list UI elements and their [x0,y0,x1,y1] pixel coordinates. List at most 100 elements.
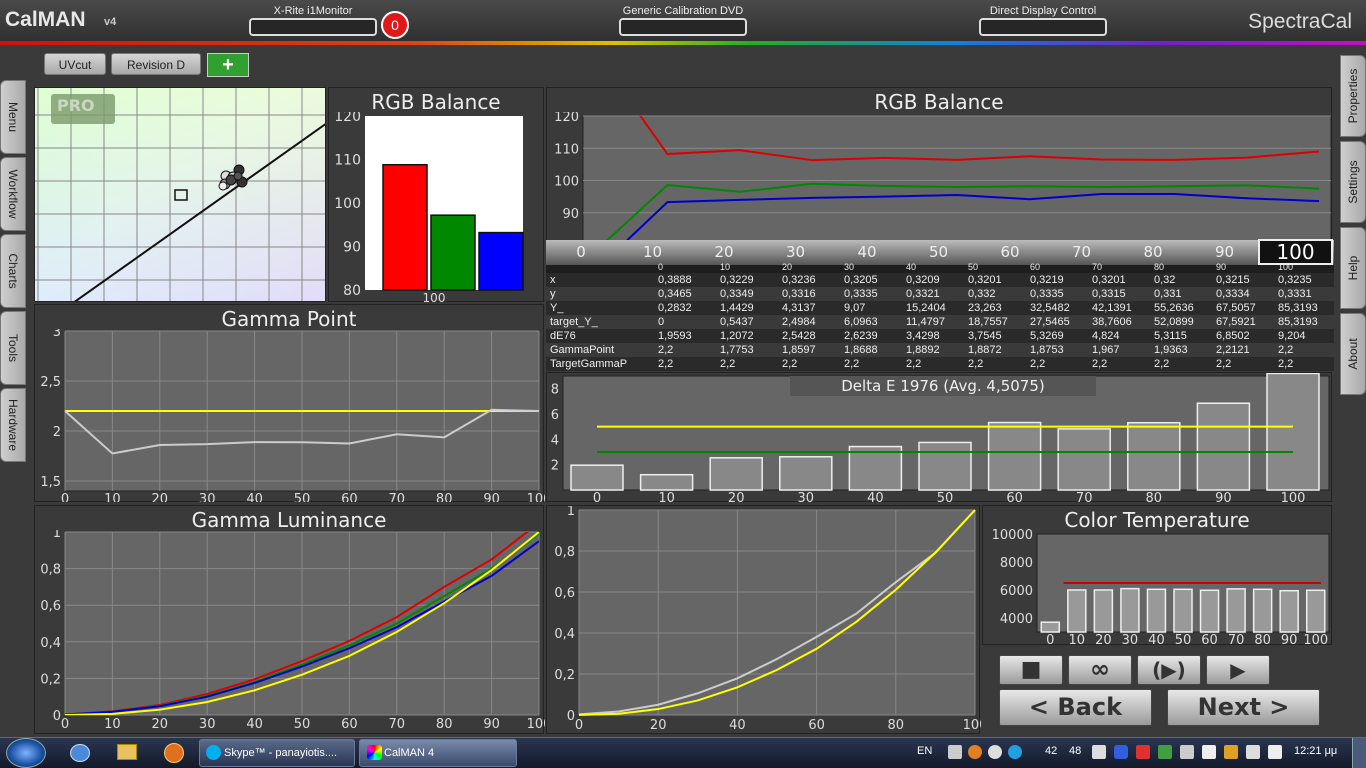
y-tick-label: 0,8 [554,545,575,560]
point-selector-tick[interactable]: 60 [995,243,1025,261]
point-selector-tick[interactable]: 20 [709,243,739,261]
x-tick-label: 20 [728,491,745,503]
tray-app-icon[interactable] [988,745,1002,759]
x-tick-label: 100 [1281,491,1306,503]
tray-app-icon[interactable] [968,745,982,759]
point-selector-tick[interactable]: 90 [1210,243,1240,261]
loop-button[interactable]: ∞ [1068,655,1132,685]
side-tab-help[interactable]: Help [1340,227,1366,309]
point-selector-tick[interactable]: 40 [852,243,882,261]
table-cell: 0,3321 [906,288,940,300]
side-tab-charts[interactable]: Charts [0,234,26,308]
table-cell: 42,1391 [1092,302,1132,314]
point-selector-tick[interactable]: 50 [924,243,954,261]
table-row[interactable]: dE76 1,9593 1,2072 2,5428 2,6239 3,4298 3,7545… [546,329,1334,343]
y-tick-label: 2 [551,459,559,474]
y-tick-label: 8 [551,383,559,398]
table-cell: 0,3334 [1216,288,1250,300]
side-tab-properties[interactable]: Properties [1340,55,1366,137]
table-cell: 0,332 [968,288,996,300]
table-cell: 1,8753 [1030,344,1064,356]
table-row[interactable]: GammaPoint 2,2 1,7753 1,8597 1,8688 1,8892 1,8… [546,343,1334,357]
side-tab-menu[interactable]: Menu [0,80,26,154]
x-tick-label: 80 [888,718,905,733]
play-button[interactable]: ▶ [1206,655,1270,685]
side-tab-hardware[interactable]: Hardware [0,388,26,462]
x-tick-label: 80 [1254,633,1271,646]
tray-app-icon[interactable] [1136,745,1150,759]
bar [1120,587,1140,633]
tray-app-icon[interactable] [1180,745,1194,759]
table-cell: 0,3465 [658,288,692,300]
point-selector-tick[interactable]: 30 [781,243,811,261]
tab-revision-d[interactable]: Revision D [111,53,201,75]
y-tick-label: 3 [53,329,61,340]
next-button[interactable]: Next > [1167,689,1320,726]
taskbar-skype[interactable]: Skype™ - panayiotis.... [199,739,355,767]
luminance-curve-chart: 1 0,8 0,6 0,4 0,2 00 20 40 60 80 100 [554,506,981,733]
x-tick-label: 50 [294,717,311,732]
luminance-curve-panel: 1 0,8 0,6 0,4 0,2 00 20 40 60 80 100 [546,505,981,734]
point-selector-tick[interactable]: 0 [566,243,596,261]
firefox-icon[interactable] [164,743,184,763]
bar [1067,589,1087,633]
tray-app-icon[interactable] [1202,745,1216,759]
table-row[interactable]: Y_ 0,2832 1,4429 4,3137 9,07 15,2404 23,263 32,… [546,301,1334,315]
x-tick-label: 20 [152,492,169,502]
table-row[interactable]: y 0,3465 0,3349 0,3316 0,3335 0,3321 0,332 0,33… [546,287,1334,301]
ie-icon[interactable] [70,744,90,762]
table-cell: 38,7606 [1092,316,1132,328]
table-row[interactable]: x 0,3888 0,3229 0,3236 0,3205 0,3209 0,3201 0,3… [546,273,1334,287]
add-tab-button[interactable]: + [207,53,249,77]
show-desktop-button[interactable] [1352,738,1366,768]
back-button[interactable]: < Back [999,689,1152,726]
x-tick-label: 60 [1201,633,1218,646]
table-cell: 0,3219 [1030,274,1064,286]
point-selector-tick[interactable]: 80 [1138,243,1168,261]
taskbar-calman[interactable]: CalMAN 4 [359,739,517,767]
table-cell: 0,3335 [844,288,878,300]
start-button[interactable] [6,738,46,768]
table-cell: 2,2 [1216,358,1232,370]
y-tick-label: 4000 [1000,612,1033,627]
side-tab-workflow[interactable]: Workflow [0,157,26,231]
tray-app-icon[interactable] [1158,745,1172,759]
volume-icon[interactable] [1268,745,1282,759]
tab-uvcut[interactable]: UVcut [44,53,106,75]
read-once-button[interactable]: (▶) [1137,655,1201,685]
x-tick-label: 90 [483,492,500,502]
table-row[interactable]: TargetGammaP 2,2 2,2 2,2 2,2 2,2 2,2 2,2 2,2 2,2 2… [546,357,1334,371]
x-tick-label: 0 [575,718,583,733]
table-cell: 2,2 [1092,358,1108,370]
table-cell: 0,5437 [720,316,754,328]
stop-button[interactable]: ■ [999,655,1063,685]
table-cell: 1,8688 [844,344,878,356]
folder-icon[interactable] [117,744,137,760]
tray-icons-2[interactable] [1092,745,1282,761]
point-selector-tick[interactable]: 70 [1067,243,1097,261]
table-cell: 85,3193 [1278,316,1318,328]
tray-app-icon[interactable] [1246,745,1260,759]
pro-badge: PRO [57,96,95,115]
table-header-cell: 40 [906,262,917,272]
table-cell: 9,204 [1278,330,1306,342]
clock[interactable]: 12:21 μμ [1294,745,1337,757]
tray-app-icon[interactable] [1224,745,1238,759]
tray-app-icon[interactable] [1008,745,1022,759]
side-tab-tools[interactable]: Tools [0,311,26,385]
error-count-badge[interactable]: 0 [381,11,409,39]
tray-app-icon[interactable] [1092,745,1106,759]
side-tab-settings[interactable]: Settings [1340,141,1366,223]
language-indicator[interactable]: EN [917,745,932,757]
bluetooth-icon[interactable] [1114,745,1128,759]
device-1-field[interactable] [249,18,377,36]
table-cell: 27,5465 [1030,316,1070,328]
device-3-field[interactable] [979,18,1107,36]
device-2-field[interactable] [619,18,747,36]
table-cell: 2,2 [968,358,984,370]
table-row[interactable]: target_Y_ 0 0,5437 2,4984 6,0963 11,4797 18,75… [546,315,1334,329]
table-cell: 0,3316 [782,288,816,300]
tray-app-icon[interactable] [948,745,962,759]
point-selector-tick[interactable]: 10 [638,243,668,261]
side-tab-about[interactable]: About [1340,313,1366,395]
